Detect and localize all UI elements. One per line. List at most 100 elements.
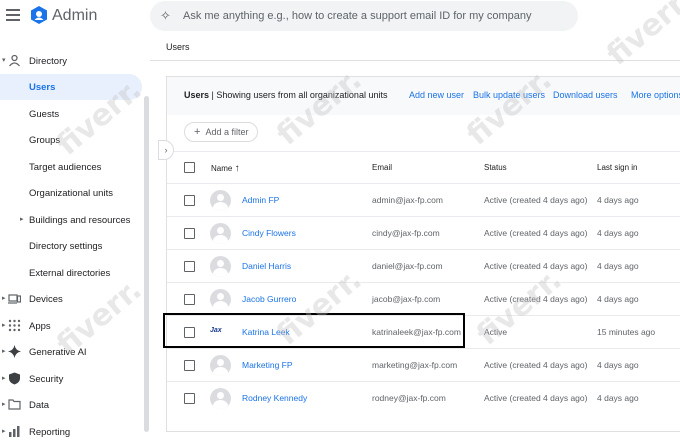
users-card-header: Users | Showing users from all organizat… <box>167 77 680 115</box>
caret-right-icon: ▸ <box>2 428 6 435</box>
row-checkbox[interactable] <box>184 228 195 239</box>
sparkle-icon <box>8 345 21 358</box>
select-all-checkbox[interactable] <box>184 162 195 173</box>
user-status: Active (created 4 days ago) <box>484 195 588 205</box>
highlight-box <box>163 313 465 348</box>
user-email: daniel@jax-fp.com <box>372 261 443 271</box>
sidebar-item-guests[interactable]: Guests <box>0 101 142 127</box>
caret-right-icon: ▸ <box>20 216 24 223</box>
plus-icon: + <box>194 126 201 138</box>
avatar <box>210 289 231 310</box>
caret-right-icon: ▸ <box>2 401 6 408</box>
table-row[interactable]: Jacob Gurrero jacob@jax-fp.com Active (c… <box>167 283 680 315</box>
column-header-last-sign-in[interactable]: Last sign in <box>597 163 637 172</box>
user-last-sign-in: 15 minutes ago <box>597 327 656 337</box>
user-name-link[interactable]: Rodney Kennedy <box>242 393 307 403</box>
sidebar-item-organizational-units[interactable]: Organizational units <box>0 180 142 206</box>
user-last-sign-in: 4 days ago <box>597 360 639 370</box>
more-options-button[interactable]: More options <box>631 90 680 100</box>
avatar <box>210 256 231 277</box>
column-header-status[interactable]: Status <box>484 163 507 172</box>
divider <box>167 151 680 152</box>
add-new-user-button[interactable]: Add new user <box>409 90 464 100</box>
user-name-link[interactable]: Admin FP <box>242 195 279 205</box>
sort-arrow-up-icon: ↑ <box>234 163 240 174</box>
download-users-button[interactable]: Download users <box>553 90 618 100</box>
sidebar-item-devices[interactable]: ▸ Devices <box>0 286 142 312</box>
search-placeholder: Ask me anything e.g., how to create a su… <box>183 10 532 22</box>
breadcrumb: Users <box>166 42 190 52</box>
user-name-link[interactable]: Cindy Flowers <box>242 228 296 238</box>
avatar <box>210 223 231 244</box>
search-sparkle-icon: ✧ <box>160 8 171 23</box>
user-last-sign-in: 4 days ago <box>597 393 639 403</box>
column-header-email[interactable]: Email <box>372 163 392 172</box>
add-filter-button[interactable]: + Add a filter <box>184 122 258 142</box>
avatar <box>210 355 231 376</box>
sidebar-item-users[interactable]: Users <box>0 74 142 100</box>
user-status: Active (created 4 days ago) <box>484 393 588 403</box>
app-title: Admin <box>52 7 98 24</box>
user-email: rodney@jax-fp.com <box>372 393 446 403</box>
person-icon <box>8 54 21 67</box>
sidebar-scrollbar[interactable] <box>144 96 149 432</box>
sidebar-item-directory-settings[interactable]: Directory settings <box>0 233 142 259</box>
user-name-link[interactable]: Marketing FP <box>242 360 293 370</box>
user-status: Active <box>484 327 508 337</box>
sidebar-item-groups[interactable]: Groups <box>0 127 142 153</box>
sidebar-item-data[interactable]: ▸ Data <box>0 392 142 418</box>
user-name-link[interactable]: Daniel Harris <box>242 261 291 271</box>
sidebar-item-generative-ai[interactable]: ▸ Generative AI <box>0 339 142 365</box>
search-input[interactable]: ✧ Ask me anything e.g., how to create a … <box>150 1 578 31</box>
sidebar-item-buildings-resources[interactable]: ▸ Buildings and resources <box>0 207 142 233</box>
users-card: Users | Showing users from all organizat… <box>166 76 680 432</box>
sidebar-item-directory[interactable]: ▾ Directory <box>0 48 142 74</box>
caret-right-icon: ▸ <box>2 375 6 382</box>
table-row[interactable]: Rodney Kennedy rodney@jax-fp.com Active … <box>167 382 680 414</box>
user-last-sign-in: 4 days ago <box>597 294 639 304</box>
sidebar-item-reporting[interactable]: ▸ Reporting <box>0 419 142 445</box>
sidebar-item-external-directories[interactable]: External directories <box>0 260 142 286</box>
user-status: Active (created 4 days ago) <box>484 294 588 304</box>
row-checkbox[interactable] <box>184 393 195 404</box>
user-email: marketing@jax-fp.com <box>372 360 458 370</box>
row-checkbox[interactable] <box>184 294 195 305</box>
shield-icon <box>8 372 21 385</box>
user-last-sign-in: 4 days ago <box>597 228 639 238</box>
user-email: admin@jax-fp.com <box>372 195 443 205</box>
avatar <box>210 388 231 409</box>
row-checkbox[interactable] <box>184 360 195 371</box>
row-checkbox[interactable] <box>184 261 195 272</box>
user-last-sign-in: 4 days ago <box>597 261 639 271</box>
avatar <box>210 190 231 211</box>
table-row[interactable]: Daniel Harris daniel@jax-fp.com Active (… <box>167 250 680 282</box>
devices-icon <box>8 292 22 305</box>
table-row[interactable]: Admin FP admin@jax-fp.com Active (create… <box>167 184 680 216</box>
bulk-update-users-button[interactable]: Bulk update users <box>473 90 545 100</box>
row-checkbox[interactable] <box>184 195 195 206</box>
sidebar-item-security[interactable]: ▸ Security <box>0 366 142 392</box>
user-status: Active (created 4 days ago) <box>484 261 588 271</box>
admin-logo-icon <box>31 6 47 24</box>
user-last-sign-in: 4 days ago <box>597 195 639 205</box>
table-row[interactable]: Cindy Flowers cindy@jax-fp.com Active (c… <box>167 217 680 249</box>
column-header-name[interactable]: Name ↑ <box>211 163 240 174</box>
sidebar-item-apps[interactable]: ▸ Apps <box>0 313 142 339</box>
sidebar-item-target-audiences[interactable]: Target audiences <box>0 154 142 180</box>
users-title: Users | Showing users from all organizat… <box>184 90 388 100</box>
caret-right-icon: ▸ <box>2 322 6 329</box>
caret-down-icon: ▾ <box>2 57 6 64</box>
user-email: cindy@jax-fp.com <box>372 228 440 238</box>
apps-grid-icon <box>8 319 21 332</box>
user-name-link[interactable]: Jacob Gurrero <box>242 294 296 304</box>
folder-icon <box>8 398 21 411</box>
top-bar: Admin ✧ Ask me anything e.g., how to cre… <box>0 0 680 34</box>
caret-right-icon: ▸ <box>2 348 6 355</box>
divider <box>150 60 680 61</box>
user-status: Active (created 4 days ago) <box>484 360 588 370</box>
table-row[interactable]: Marketing FP marketing@jax-fp.com Active… <box>167 349 680 381</box>
user-status: Active (created 4 days ago) <box>484 228 588 238</box>
caret-right-icon: ▸ <box>2 295 6 302</box>
menu-icon[interactable] <box>6 9 20 21</box>
user-email: jacob@jax-fp.com <box>372 294 441 304</box>
